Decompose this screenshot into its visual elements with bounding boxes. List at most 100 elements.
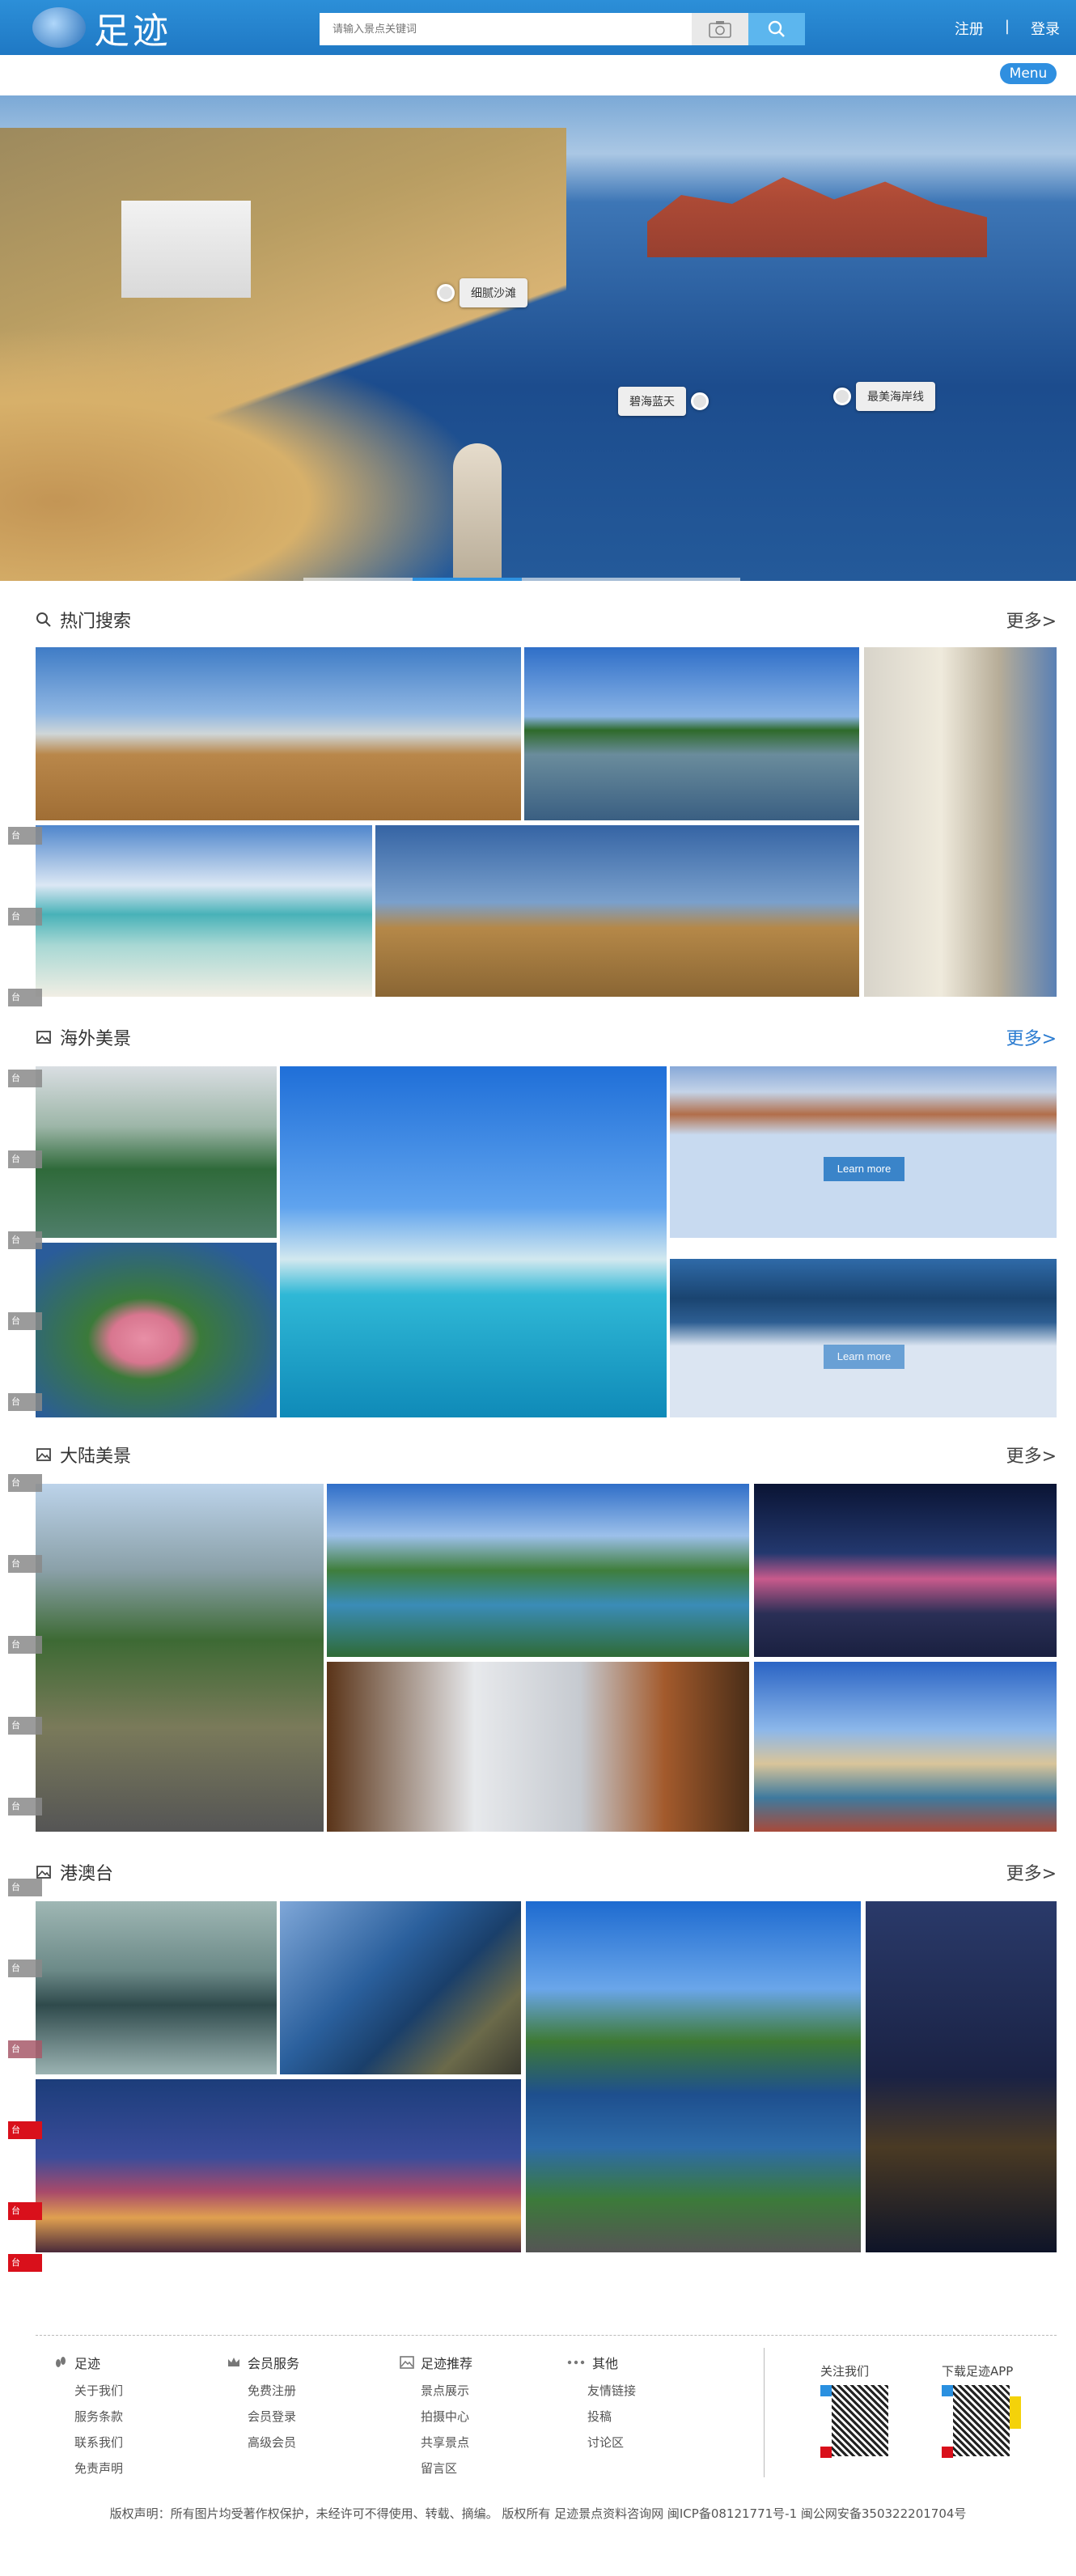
image-icon — [36, 1866, 51, 1879]
logo[interactable]: 足迹 — [32, 5, 186, 52]
photo-mountain-lake[interactable] — [327, 1484, 749, 1657]
photo-blue-cave[interactable]: Learn more — [670, 1259, 1057, 1417]
footer-link[interactable]: 投稿 — [587, 2408, 636, 2425]
section-header-hk-macau-tw: 港澳台 更多> — [36, 1856, 1057, 1888]
footer-vertical-divider — [764, 2348, 765, 2477]
footer-link[interactable]: 联系我们 — [74, 2434, 123, 2451]
footer-link[interactable]: 景点展示 — [421, 2382, 472, 2399]
section-header-overseas: 海外美景 更多> — [36, 1021, 1057, 1053]
photo-taipei-101[interactable] — [36, 2079, 521, 2252]
side-tag[interactable]: 台 — [8, 1070, 42, 1087]
photo-misty-lake[interactable] — [36, 1066, 277, 1238]
footer-link[interactable]: 友情链接 — [587, 2382, 636, 2399]
photo-palace-moat[interactable] — [524, 647, 859, 820]
footer-link[interactable]: 服务条款 — [74, 2408, 123, 2425]
side-tag[interactable]: 台 — [8, 1150, 42, 1168]
search-bar — [320, 13, 805, 45]
side-tag[interactable]: 台 — [8, 1474, 42, 1492]
search-input[interactable] — [320, 13, 692, 45]
hero-tag-label: 碧海蓝天 — [618, 387, 686, 416]
photo-night-towers[interactable] — [754, 1484, 1057, 1657]
side-tag[interactable]: 台 — [8, 989, 42, 1006]
side-tag[interactable]: 台 — [8, 908, 42, 926]
side-tag[interactable]: 台 — [8, 2121, 42, 2139]
photo-cliff-coast[interactable] — [280, 1901, 521, 2074]
photo-pink-lake[interactable] — [36, 1243, 277, 1417]
photo-rock-pillar[interactable] — [327, 1662, 749, 1832]
hero-tag-sea[interactable]: 碧海蓝天 — [618, 387, 709, 416]
footer-link[interactable]: 讨论区 — [587, 2434, 636, 2451]
hero-tag-beach[interactable]: 细腻沙滩 — [437, 278, 527, 307]
photo-white-beach[interactable] — [36, 825, 372, 997]
hero-statue — [453, 443, 502, 581]
side-tag[interactable]: 台 — [8, 1960, 42, 1977]
auth-links: 注册 | 登录 — [955, 18, 1060, 39]
learn-more-button[interactable]: Learn more — [824, 1157, 904, 1181]
more-link[interactable]: 更多> — [1006, 1024, 1057, 1050]
hero-banner[interactable]: 细腻沙滩 碧海蓝天 最美海岸线 — [0, 95, 1076, 581]
side-tag[interactable]: 台 — [8, 1636, 42, 1654]
side-tag[interactable]: 台 — [8, 2254, 42, 2272]
hero-slide-indicator[interactable] — [303, 578, 740, 581]
photo-night-skyline[interactable] — [866, 1901, 1057, 2252]
footprint-icon — [56, 2357, 66, 2367]
register-link[interactable]: 注册 — [955, 18, 984, 39]
side-tag[interactable]: 台 — [8, 1393, 42, 1411]
section-title: 大陆美景 — [60, 1447, 132, 1467]
photo-tropical-pool[interactable] — [280, 1066, 667, 1417]
photo-palace-fountain[interactable] — [754, 1662, 1057, 1832]
footer-link[interactable]: 高级会员 — [248, 2434, 299, 2451]
side-tag[interactable]: 台 — [8, 1717, 42, 1735]
login-link[interactable]: 登录 — [1031, 18, 1060, 39]
side-tag[interactable]: 台 — [8, 1879, 42, 1896]
footer-link[interactable]: 免费注册 — [248, 2382, 299, 2399]
photo-beach-house[interactable] — [36, 647, 521, 820]
hero-tag-label: 最美海岸线 — [856, 382, 935, 411]
learn-more-button[interactable]: Learn more — [824, 1345, 904, 1369]
section-title: 热门搜索 — [60, 612, 132, 632]
footer-link[interactable]: 拍摄中心 — [421, 2408, 472, 2425]
side-tag[interactable]: 台 — [8, 2202, 42, 2220]
side-tag[interactable]: 台 — [8, 1555, 42, 1573]
wechat-qr-code[interactable] — [820, 2385, 893, 2463]
side-tag[interactable]: 台 — [8, 2040, 42, 2058]
photo-pyramids[interactable] — [375, 825, 859, 997]
photo-coastal-town[interactable]: Learn more — [670, 1066, 1057, 1238]
photo-river-city[interactable] — [526, 1901, 861, 2252]
side-tag[interactable]: 台 — [8, 1798, 42, 1815]
footer-column-title: 足迹 — [74, 2356, 101, 2371]
footer-link[interactable]: 免责声明 — [74, 2459, 123, 2476]
hero-tag-coast[interactable]: 最美海岸线 — [833, 382, 935, 411]
hero-temple — [647, 177, 987, 257]
footer-link[interactable]: 留言区 — [421, 2459, 472, 2476]
more-link[interactable]: 更多> — [1006, 1442, 1057, 1468]
search-icon — [36, 612, 51, 627]
crown-icon — [228, 2358, 239, 2366]
side-tag[interactable]: 台 — [8, 1231, 42, 1249]
picture-icon — [400, 2356, 414, 2369]
side-tag[interactable]: 台 — [8, 827, 42, 845]
footer-column-title: 会员服务 — [248, 2356, 300, 2371]
image-icon — [36, 1448, 51, 1461]
qr-code-icon — [832, 2385, 888, 2456]
hotspot-dot-icon — [691, 392, 709, 410]
photo-mausoleum[interactable] — [36, 1484, 324, 1832]
footer-link[interactable]: 会员登录 — [248, 2408, 299, 2425]
hero-buildings — [121, 201, 251, 298]
search-button[interactable] — [748, 13, 805, 45]
menu-button[interactable]: Menu — [1000, 63, 1057, 84]
more-link[interactable]: 更多> — [1006, 607, 1057, 633]
footer-link[interactable]: 共享景点 — [421, 2434, 472, 2451]
section-header-mainland: 大陆美景 更多> — [36, 1438, 1057, 1471]
app-qr-code[interactable] — [942, 2385, 1021, 2463]
section-title: 港澳台 — [60, 1864, 114, 1884]
more-link[interactable]: 更多> — [1006, 1859, 1057, 1885]
side-tag[interactable]: 台 — [8, 1312, 42, 1330]
follow-us-label: 关注我们 — [820, 2364, 870, 2379]
copyright-text: 版权声明：所有图片均受著作权保护，未经许可不得使用、转载、摘编。 版权所有 足迹… — [109, 2506, 967, 2521]
footer-link[interactable]: 关于我们 — [74, 2382, 123, 2399]
photo-bell-tower[interactable] — [864, 647, 1057, 997]
top-header-bar: 足迹 注册 | 登录 — [0, 0, 1076, 55]
camera-search-button[interactable] — [692, 13, 748, 45]
photo-moon-bridge[interactable] — [36, 1901, 277, 2074]
